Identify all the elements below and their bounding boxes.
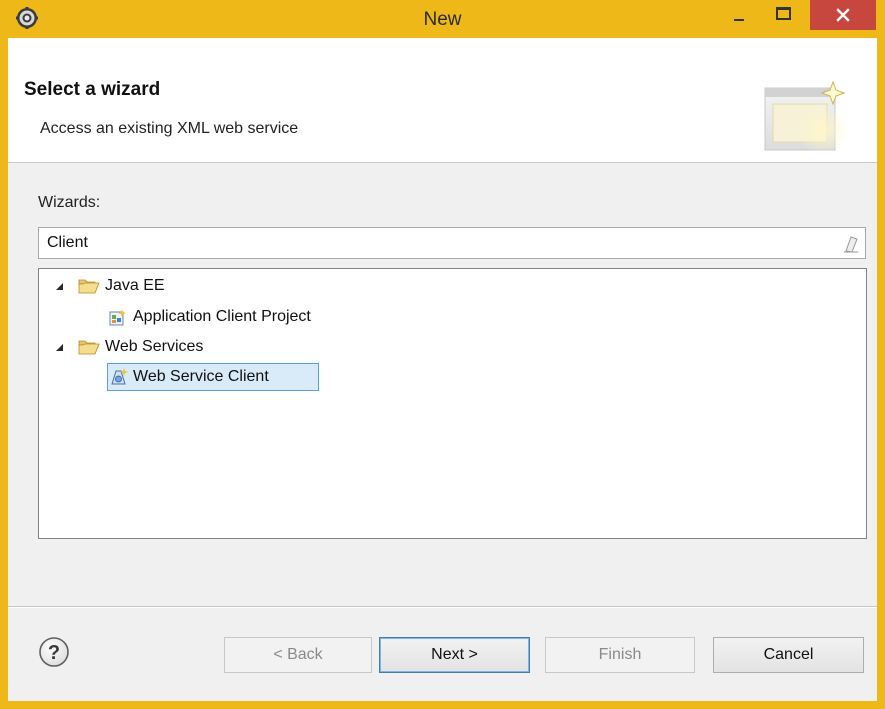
tree-category-label: Java EE — [105, 277, 165, 294]
tree-category-web-services[interactable]: Web Services — [51, 334, 351, 360]
help-icon[interactable]: ? — [38, 636, 70, 668]
cancel-button[interactable]: Cancel — [713, 637, 864, 673]
maximize-icon — [776, 7, 791, 20]
page-title: Select a wizard — [24, 79, 161, 100]
finish-button[interactable]: Finish — [545, 637, 695, 673]
next-button[interactable]: Next > — [379, 637, 530, 673]
new-wizard-window: New Select a wizard Access an existing X… — [0, 0, 885, 709]
expanded-arrow-icon[interactable] — [55, 343, 64, 352]
wizard-filter-input[interactable] — [39, 228, 837, 258]
minimize-icon — [734, 19, 744, 21]
dialog-body: Select a wizard Access an existing XML w… — [8, 38, 877, 701]
close-icon — [836, 8, 850, 22]
open-folder-icon — [78, 279, 100, 294]
page-description: Access an existing XML web service — [40, 120, 299, 137]
footer-separator-highlight — [8, 607, 877, 608]
web-service-client-icon — [111, 368, 128, 385]
tree-item-label: Web Service Client — [133, 368, 269, 385]
tree-item-application-client-project[interactable]: Application Client Project — [109, 304, 439, 330]
expanded-arrow-icon[interactable] — [55, 282, 64, 291]
open-folder-icon — [78, 340, 100, 355]
new-wizard-banner-icon — [764, 80, 849, 154]
wizards-label: Wizards: — [38, 194, 101, 211]
minimize-button[interactable] — [722, 0, 756, 30]
eraser-icon[interactable] — [843, 235, 859, 253]
tree-category-label: Web Services — [105, 338, 204, 355]
close-button[interactable] — [810, 0, 876, 30]
wizard-tree[interactable]: Java EE Application Client Project Web S… — [38, 268, 867, 539]
eclipse-gear-icon[interactable] — [16, 7, 38, 29]
wizard-filter-field[interactable] — [38, 227, 866, 259]
tree-item-web-service-client[interactable]: Web Service Client — [107, 363, 319, 391]
title-bar[interactable]: New — [0, 0, 885, 38]
tree-item-label: Application Client Project — [133, 308, 311, 325]
maximize-button[interactable] — [767, 0, 801, 30]
tree-category-java-ee[interactable]: Java EE — [51, 273, 351, 299]
back-button[interactable]: < Back — [224, 637, 372, 673]
wizard-header: Select a wizard Access an existing XML w… — [8, 38, 877, 163]
application-client-project-icon — [109, 309, 126, 326]
svg-text:?: ? — [48, 642, 60, 664]
